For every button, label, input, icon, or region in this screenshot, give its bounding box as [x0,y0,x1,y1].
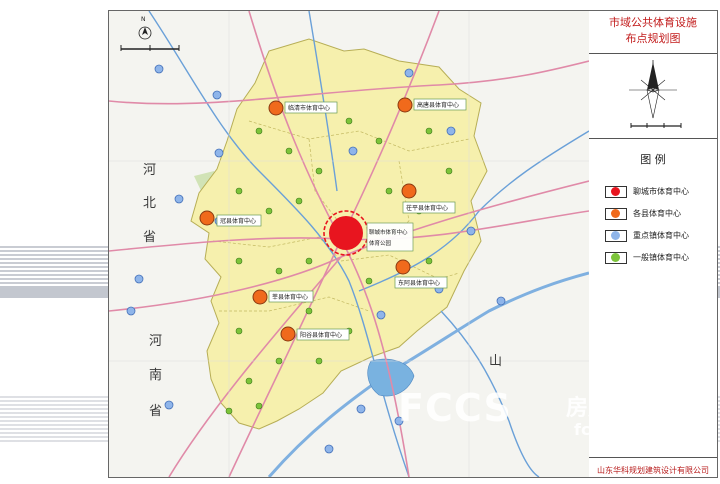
general-town-marker [315,357,323,365]
key-town-marker [126,306,136,316]
general-town-marker [275,267,283,275]
county-center-marker [280,326,296,342]
legend-swatch [605,230,627,242]
key-town-marker [164,400,174,410]
key-town-marker [404,68,414,78]
legend-label: 重点镇体育中心 [633,231,689,240]
map-title: 市域公共体育设施 [609,16,697,29]
province-char: 南 [149,367,162,383]
legend-label: 各县体育中心 [633,209,681,218]
key-town-marker [446,126,456,136]
general-town-marker [245,377,253,385]
county-center-marker [268,100,284,116]
compass-rose-icon [629,60,682,128]
general-town-marker [285,147,293,155]
city-center-symbol-icon [611,187,620,196]
city-center-sublabel: 体育公园 [369,239,392,247]
county-center-label: 冠县体育中心 [220,217,256,225]
city-center-label: 聊城市体育中心 [369,228,408,236]
general-town-marker [445,167,453,175]
general-town-marker [235,327,243,335]
general-town-marker [425,257,433,265]
map-subtitle: 布点规划图 [625,32,681,45]
county-center-label: 东阿县体育中心 [398,279,440,287]
map-title-block: 市域公共体育设施 布点规划图 [589,11,717,54]
general-town-marker [345,117,353,125]
general-town-marker [295,197,303,205]
key-town-marker [174,194,184,204]
key-town-marker [348,146,358,156]
county-center-marker [397,97,413,113]
county-center-marker [199,210,215,226]
county-center-gaotang: 高唐县体育中心 [397,97,467,113]
legend-label: 聊城市体育中心 [633,187,689,196]
general-town-symbol-icon [611,253,620,262]
county-center-label: 阳谷县体育中心 [300,331,342,339]
watermark-logo-text: FCCS [398,386,512,430]
key-town-symbol-icon [611,231,620,240]
county-center-label: 临清市体育中心 [288,104,330,112]
county-center-label: 莘县体育中心 [272,293,308,301]
legend-swatch [605,252,627,264]
province-char: 山 [489,354,502,369]
general-town-marker [235,187,243,195]
general-town-marker [375,137,383,145]
company-credit: 山东华科规划建筑设计有限公司 [589,457,717,478]
province-char: 北 [143,196,156,211]
general-town-marker [365,277,373,285]
general-town-marker [265,207,273,215]
county-center-yanggu: 阳谷县体育中心 [280,326,350,342]
county-center-label: 高唐县体育中心 [417,101,459,109]
general-town-marker [235,257,243,265]
county-center-label: 茌平县体育中心 [406,204,448,212]
general-town-marker [425,127,433,135]
county-center-marker [252,289,268,305]
north-label: N [141,16,146,23]
province-char: 河 [143,163,156,178]
general-town-marker [305,257,313,265]
general-town-marker [255,127,263,135]
legend-label: 一般镇体育中心 [633,253,689,262]
key-town-marker [134,274,144,284]
general-town-marker [275,357,283,365]
county-center-marker [401,183,417,199]
watermark-chinese-text: 房产超市 [566,396,655,421]
company-name: 山东华科规划建筑设计有限公司 [597,466,709,475]
key-town-marker [324,444,334,454]
fccs-watermark: FCCS 房产超市 fccs.com [398,378,688,448]
legend-swatch [605,208,627,220]
general-town-marker [385,187,393,195]
key-town-marker [466,226,476,236]
county-center-linqing: 临清市体育中心 [268,100,338,116]
county-center-symbol-icon [611,209,620,218]
key-town-marker [214,148,224,158]
county-center-marker [395,259,411,275]
county-center-shenxian: 莘县体育中心 [252,289,314,305]
key-town-marker [154,64,164,74]
key-town-marker [376,310,386,320]
city-center-marker [329,216,363,250]
watermark-url: fccs.com [574,420,653,439]
general-town-marker [255,402,263,410]
key-town-marker [496,296,506,306]
province-char: 省 [149,404,162,419]
legend-swatch [605,186,627,198]
key-town-marker [212,90,222,100]
general-town-marker [305,307,313,315]
compass-block [589,54,717,139]
key-town-marker [356,404,366,414]
province-char: 河 [149,334,162,349]
general-town-marker [315,167,323,175]
general-town-marker [225,407,233,415]
legend-title: 图 例 [640,153,666,166]
province-char: 省 [143,230,156,245]
